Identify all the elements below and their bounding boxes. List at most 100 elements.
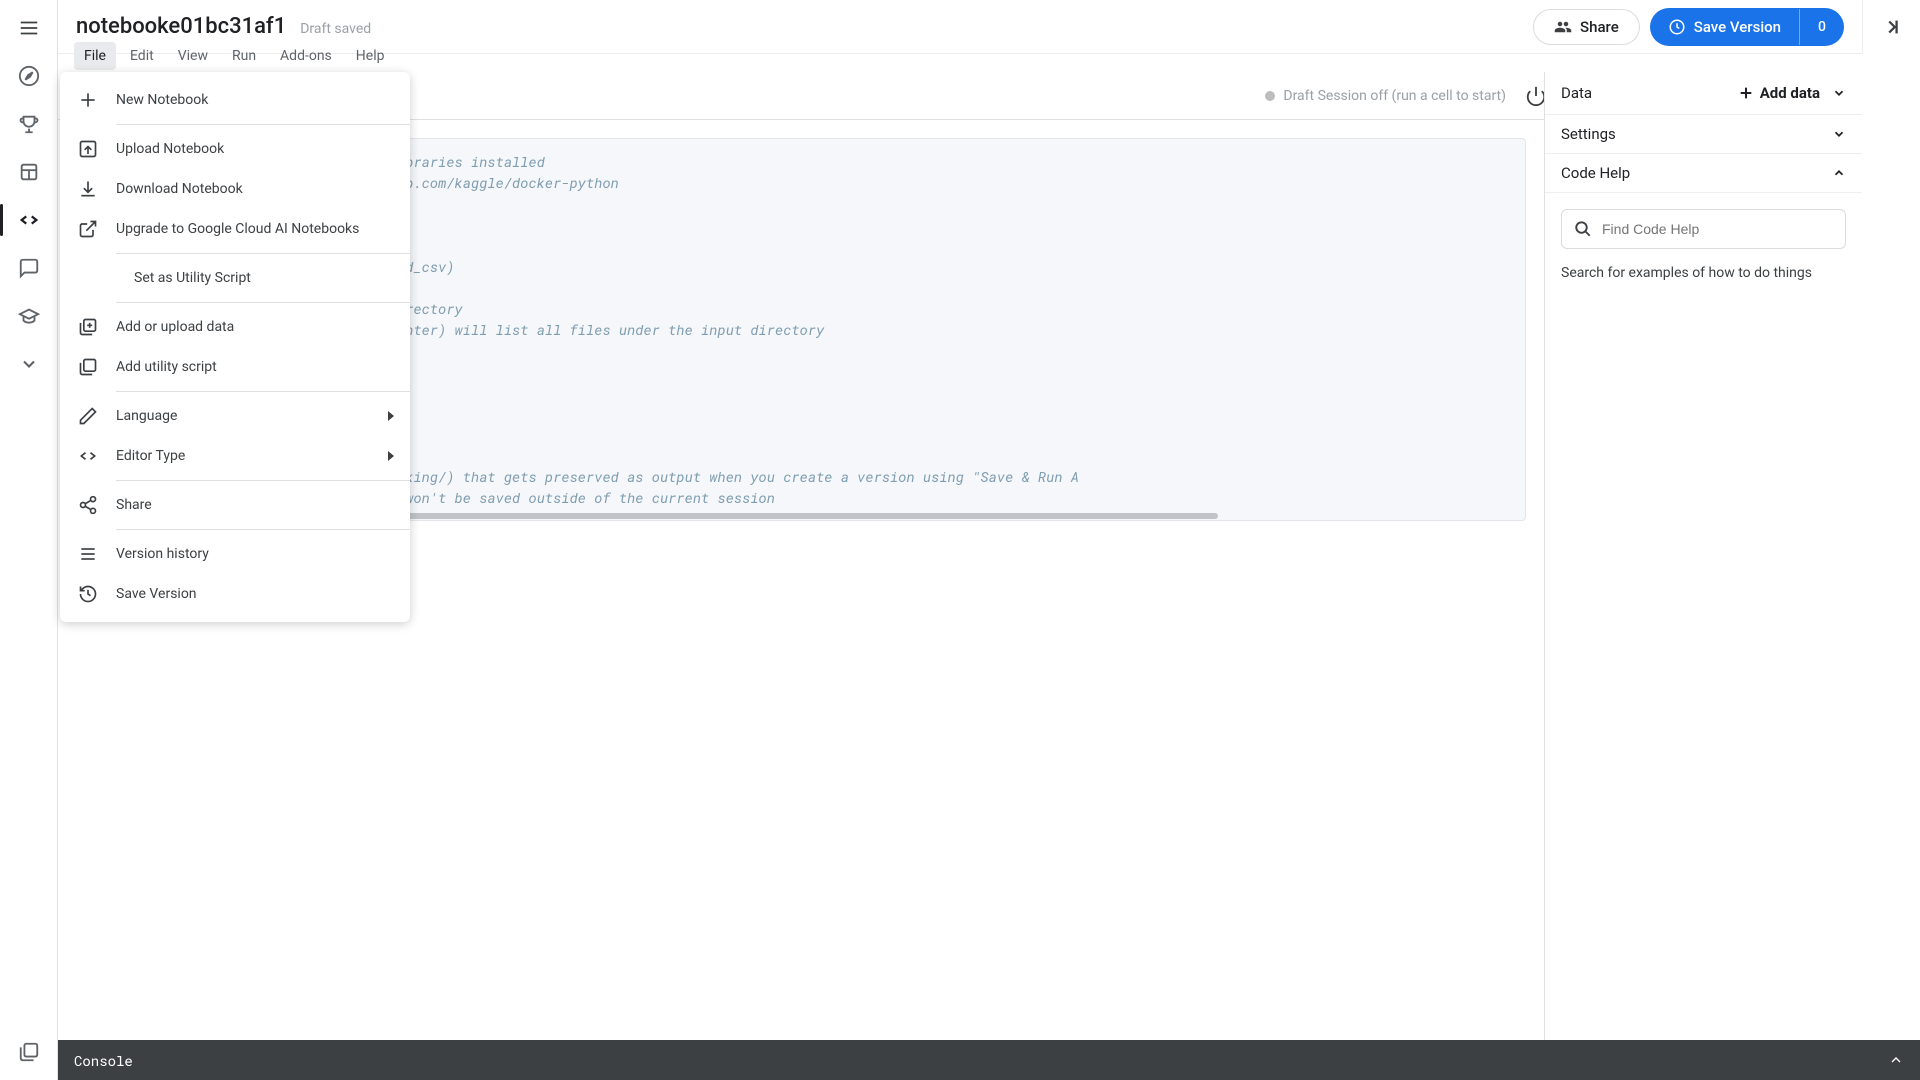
menu-item-label: Version history <box>116 546 209 562</box>
nav-discussion-button[interactable] <box>9 248 49 288</box>
menu-item-label: Download Notebook <box>116 181 243 197</box>
file-menu-save-version[interactable]: Save Version <box>60 574 410 614</box>
share-button-label: Share <box>1580 18 1619 36</box>
console-label: Console <box>74 1051 133 1070</box>
data-section-header[interactable]: Data Add data <box>1545 72 1862 115</box>
chat-icon <box>18 257 40 279</box>
code-help-section-header[interactable]: Code Help <box>1545 154 1862 193</box>
panel-collapse-icon <box>1881 16 1903 38</box>
file-menu-share[interactable]: Share <box>60 485 410 525</box>
search-icon <box>1574 220 1592 238</box>
graduation-cap-icon <box>18 305 40 327</box>
chevron-up-icon <box>1832 166 1846 180</box>
chevron-down-icon <box>1832 86 1846 100</box>
console-bar[interactable]: Console <box>58 1040 1920 1080</box>
file-menu-upload-notebook[interactable]: Upload Notebook <box>60 129 410 169</box>
menu-toggle-button[interactable] <box>9 8 49 48</box>
save-version-label: Save Version <box>1694 18 1781 36</box>
share-nodes-icon <box>78 495 98 515</box>
code-help-search-input[interactable] <box>1602 221 1833 237</box>
file-menu-new-notebook[interactable]: New Notebook <box>60 80 410 120</box>
menu-separator <box>116 529 410 530</box>
compass-icon <box>18 65 40 87</box>
menu-item-label: Share <box>116 497 152 513</box>
file-menu-editor-type[interactable]: Editor Type <box>60 436 410 476</box>
file-menu-download-notebook[interactable]: Download Notebook <box>60 169 410 209</box>
code-icon <box>18 209 40 231</box>
file-menu-upgrade-gcloud[interactable]: Upgrade to Google Cloud AI Notebooks <box>60 209 410 249</box>
menu-separator <box>116 124 410 125</box>
nav-table-button[interactable] <box>9 152 49 192</box>
menu-item-label: Upload Notebook <box>116 141 224 157</box>
nav-learn-button[interactable] <box>9 296 49 336</box>
settings-section-header[interactable]: Settings <box>1545 115 1862 154</box>
plus-icon <box>1738 85 1754 101</box>
menu-separator <box>116 302 410 303</box>
console-expand-button[interactable] <box>1888 1052 1904 1068</box>
session-status-dot-icon <box>1265 91 1275 101</box>
list-icon <box>78 544 98 564</box>
menu-item-label: Add or upload data <box>116 319 234 335</box>
nav-code-button[interactable] <box>9 200 49 240</box>
nav-active-events-button[interactable] <box>9 1032 49 1072</box>
submenu-arrow-icon <box>386 411 396 421</box>
file-menu-add-utility-script[interactable]: Add utility script <box>60 347 410 387</box>
menu-separator <box>116 480 410 481</box>
menu-view[interactable]: View <box>168 42 218 70</box>
file-menu-version-history[interactable]: Version history <box>60 534 410 574</box>
nav-collapse-button[interactable] <box>9 344 49 384</box>
add-data-label: Add data <box>1760 84 1820 102</box>
plus-icon <box>78 90 98 110</box>
notebook-title[interactable]: notebooke01bc31af1 <box>76 14 286 39</box>
menu-bar: File Edit View Run Add-ons Help <box>58 40 1920 72</box>
menu-item-label: Add utility script <box>116 359 217 375</box>
history-icon <box>78 584 98 604</box>
trophy-icon <box>18 113 40 135</box>
menu-help[interactable]: Help <box>346 42 395 70</box>
nav-compass-button[interactable] <box>9 56 49 96</box>
menu-file[interactable]: File <box>74 42 116 70</box>
open-external-icon <box>78 219 98 239</box>
menu-item-label: Editor Type <box>116 448 185 464</box>
settings-section-label: Settings <box>1561 125 1616 143</box>
session-status-text: Draft Session off (run a cell to start) <box>1283 88 1506 104</box>
data-section-label: Data <box>1561 84 1592 102</box>
menu-addons[interactable]: Add-ons <box>270 42 342 70</box>
menu-item-label: New Notebook <box>116 92 208 108</box>
stack-icon <box>18 1041 40 1063</box>
menu-run[interactable]: Run <box>222 42 266 70</box>
code-help-search[interactable] <box>1561 209 1846 249</box>
people-icon <box>1554 18 1572 36</box>
code-help-hint: Search for examples of how to do things <box>1545 265 1862 281</box>
library-icon <box>78 357 98 377</box>
upload-box-icon <box>78 139 98 159</box>
code-brackets-icon <box>78 446 98 466</box>
library-add-icon <box>78 317 98 337</box>
cloud-save-icon <box>1668 18 1686 36</box>
menu-separator <box>116 253 410 254</box>
menu-item-label: Set as Utility Script <box>134 270 251 286</box>
draft-status-label: Draft saved <box>300 21 371 37</box>
pencil-icon <box>78 406 98 426</box>
session-status: Draft Session off (run a cell to start) <box>1265 88 1506 104</box>
nav-trophy-button[interactable] <box>9 104 49 144</box>
chevron-down-icon <box>19 354 39 374</box>
menu-item-label: Save Version <box>116 586 197 602</box>
file-menu-dropdown: New Notebook Upload Notebook Download No… <box>60 72 410 622</box>
menu-item-label: Language <box>116 408 177 424</box>
file-menu-set-utility-script[interactable]: Set as Utility Script <box>60 258 410 298</box>
download-icon <box>78 179 98 199</box>
hamburger-icon <box>18 17 40 39</box>
chevron-down-icon <box>1832 127 1846 141</box>
file-menu-add-data[interactable]: Add or upload data <box>60 307 410 347</box>
file-menu-language[interactable]: Language <box>60 396 410 436</box>
chevron-up-icon <box>1888 1052 1904 1068</box>
code-help-section-label: Code Help <box>1561 164 1630 182</box>
menu-edit[interactable]: Edit <box>120 42 164 70</box>
menu-separator <box>116 391 410 392</box>
submenu-arrow-icon <box>386 451 396 461</box>
left-nav-rail <box>0 0 58 1080</box>
right-panel: Data Add data Settings Code Help Search … <box>1544 72 1862 1080</box>
table-icon <box>18 161 40 183</box>
menu-item-label: Upgrade to Google Cloud AI Notebooks <box>116 221 359 237</box>
